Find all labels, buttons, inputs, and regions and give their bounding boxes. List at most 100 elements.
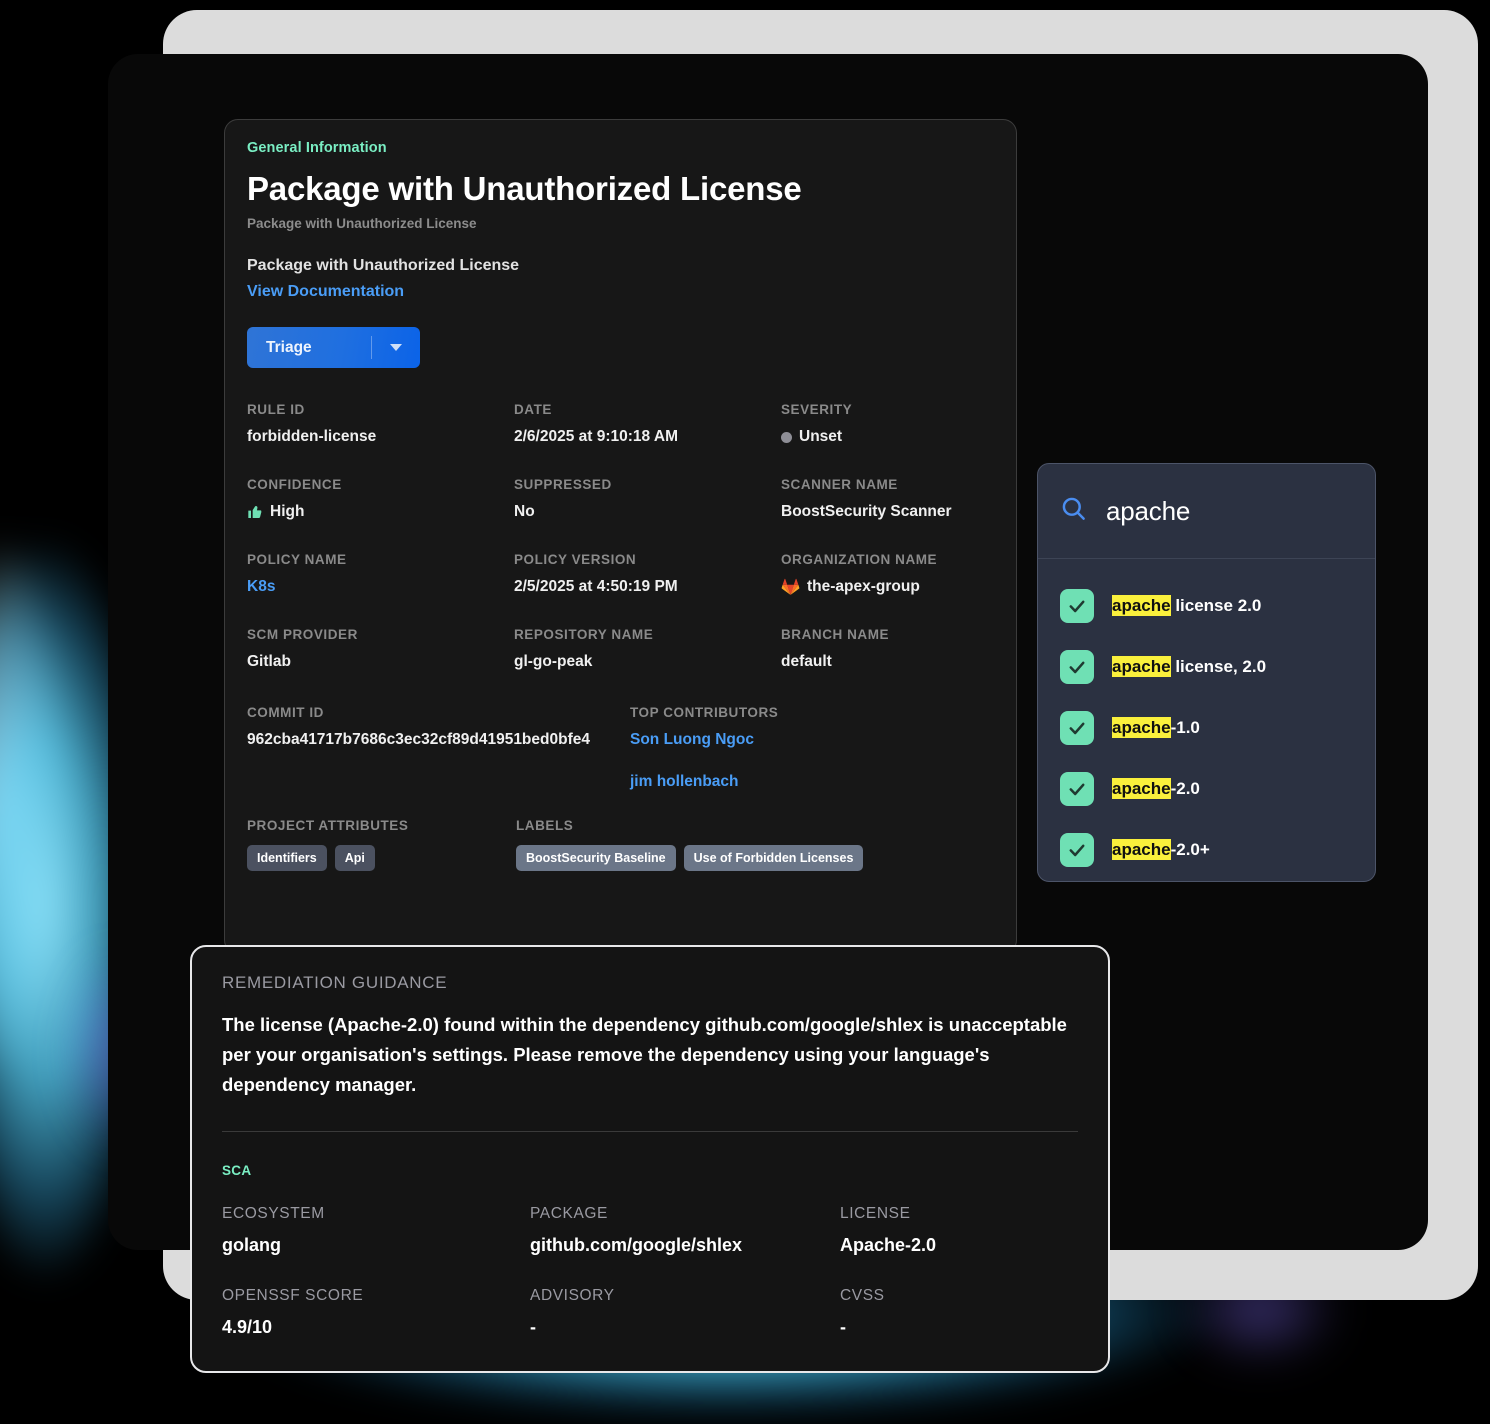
view-documentation-link[interactable]: View Documentation [247, 283, 404, 301]
field-label: OPENSSF SCORE [222, 1286, 364, 1304]
field-value: 962cba41717b7686c3ec32cf89d41951bed0bfe4 [247, 731, 590, 748]
label-chip[interactable]: Use of Forbidden Licenses [683, 845, 864, 871]
field-label: SCANNER NAME [781, 477, 898, 492]
license-option-label: apache license, 2.0 [1112, 655, 1267, 677]
field-value: Apache-2.0 [840, 1234, 937, 1255]
checkbox-checked-icon[interactable] [1060, 771, 1094, 806]
field-suppressed: SUPPRESSED No [514, 477, 781, 552]
field-top-contributors: TOP CONTRIBUTORS Son Luong Ngoc jim holl… [630, 705, 994, 791]
field-value-wrapper: Unset [781, 428, 994, 446]
field-value: - [840, 1316, 846, 1337]
field-policy-name: POLICY NAME K8s [247, 552, 514, 627]
field-ecosystem: ECOSYSTEM golang [222, 1205, 530, 1287]
match-rest: -2.0+ [1170, 839, 1210, 859]
field-value: 2/5/2025 at 4:50:19 PM [514, 578, 678, 595]
attribute-chip[interactable]: Api [334, 845, 375, 871]
finding-description: Package with Unauthorized License [247, 257, 520, 274]
field-organization-name: ORGANIZATION NAME the-apex-group [781, 552, 994, 627]
triage-button-label: Triage [266, 338, 312, 356]
triage-dropdown-toggle[interactable] [372, 327, 420, 368]
field-label: ORGANIZATION NAME [781, 552, 938, 567]
label-chip[interactable]: BoostSecurity Baseline [516, 845, 676, 871]
search-input[interactable]: apache [1106, 496, 1190, 527]
field-value: - [530, 1316, 536, 1337]
license-option[interactable]: apache license, 2.0 [1038, 636, 1375, 697]
field-label: PROJECT ATTRIBUTES [247, 818, 409, 833]
checkbox-checked-icon[interactable] [1060, 710, 1094, 745]
license-option[interactable]: apache-2.0 [1038, 758, 1375, 819]
field-value: forbidden-license [247, 428, 377, 445]
field-value-wrapper: the-apex-group [781, 578, 994, 596]
field-severity: SEVERITY Unset [781, 402, 994, 477]
field-label: PACKAGE [530, 1204, 608, 1222]
field-scm-provider: SCM PROVIDER Gitlab [247, 627, 514, 702]
field-repository-name: REPOSITORY NAME gl-go-peak [514, 627, 781, 702]
license-option[interactable]: apache-1.0 [1038, 697, 1375, 758]
triage-button[interactable]: Triage [247, 327, 420, 368]
license-option-label: apache-2.0 [1112, 777, 1200, 799]
field-label: SEVERITY [781, 402, 853, 417]
contributor-link[interactable]: Son Luong Ngoc [630, 731, 994, 749]
field-label: LICENSE [840, 1204, 911, 1222]
organization-name-value: the-apex-group [807, 578, 920, 595]
chevron-down-icon [390, 344, 402, 351]
field-label: TOP CONTRIBUTORS [630, 705, 779, 720]
field-label: POLICY NAME [247, 552, 347, 567]
match-rest: -2.0 [1170, 778, 1200, 798]
page-subtitle: Package with Unauthorized License [247, 216, 477, 231]
field-cvss: CVSS - [840, 1287, 1078, 1369]
field-value: github.com/google/shlex [530, 1234, 743, 1255]
field-advisory: ADVISORY - [530, 1287, 840, 1369]
sca-eyebrow: SCA [222, 1162, 252, 1178]
field-value: golang [222, 1234, 281, 1255]
section-divider [222, 1130, 1078, 1132]
field-confidence: CONFIDENCE High [247, 477, 514, 552]
field-rule-id: RULE ID forbidden-license [247, 402, 514, 477]
remediation-label: REMEDIATION GUIDANCE [222, 973, 448, 992]
match-rest: -1.0 [1170, 717, 1200, 737]
license-option-label: apache-2.0+ [1112, 838, 1210, 860]
page-title: Package with Unauthorized License [247, 170, 802, 207]
license-option-label: apache-1.0 [1112, 716, 1200, 738]
thumbs-up-icon [247, 504, 263, 520]
field-value: default [781, 653, 832, 670]
license-option[interactable]: apache-2.0+ [1038, 819, 1375, 880]
field-label: LABELS [516, 818, 574, 833]
contributor-link[interactable]: jim hollenbach [630, 773, 994, 791]
match-highlight: apache [1112, 716, 1171, 738]
policy-name-link[interactable]: K8s [247, 578, 514, 596]
license-search-panel: apache apache license 2.0 apache license… [1037, 463, 1376, 882]
field-label: BRANCH NAME [781, 627, 890, 642]
project-attribute-chips: Identifiers Api [247, 845, 516, 871]
card-eyebrow: General Information [247, 140, 387, 156]
license-option-list: apache license 2.0 apache license, 2.0 a… [1038, 559, 1375, 880]
field-label: CVSS [840, 1286, 885, 1304]
remediation-body: The license (Apache-2.0) found within th… [222, 1014, 1067, 1095]
search-bar[interactable]: apache [1038, 464, 1375, 559]
checkbox-checked-icon[interactable] [1060, 832, 1094, 867]
field-value: BoostSecurity Scanner [781, 503, 952, 520]
match-rest: license, 2.0 [1170, 656, 1267, 676]
field-label: COMMIT ID [247, 705, 324, 720]
field-value-wrapper: High [247, 503, 514, 521]
field-label: REPOSITORY NAME [514, 627, 654, 642]
field-label: SUPPRESSED [514, 477, 612, 492]
match-highlight: apache [1112, 594, 1171, 616]
severity-value: Unset [799, 428, 843, 445]
field-policy-version: POLICY VERSION 2/5/2025 at 4:50:19 PM [514, 552, 781, 627]
search-icon [1060, 495, 1087, 527]
confidence-value: High [270, 503, 305, 520]
field-project-attributes: PROJECT ATTRIBUTES Identifiers Api [247, 818, 516, 871]
license-option-label: apache license 2.0 [1112, 594, 1261, 616]
checkbox-checked-icon[interactable] [1060, 588, 1094, 623]
gitlab-icon [781, 578, 800, 596]
field-label: ECOSYSTEM [222, 1204, 325, 1222]
checkbox-checked-icon[interactable] [1060, 649, 1094, 684]
field-value: No [514, 503, 535, 520]
field-branch-name: BRANCH NAME default [781, 627, 994, 702]
field-scanner-name: SCANNER NAME BoostSecurity Scanner [781, 477, 994, 552]
field-openssf-score: OPENSSF SCORE 4.9/10 [222, 1287, 530, 1369]
license-option[interactable]: apache license 2.0 [1038, 575, 1375, 636]
match-highlight: apache [1112, 838, 1171, 860]
attribute-chip[interactable]: Identifiers [247, 845, 327, 871]
